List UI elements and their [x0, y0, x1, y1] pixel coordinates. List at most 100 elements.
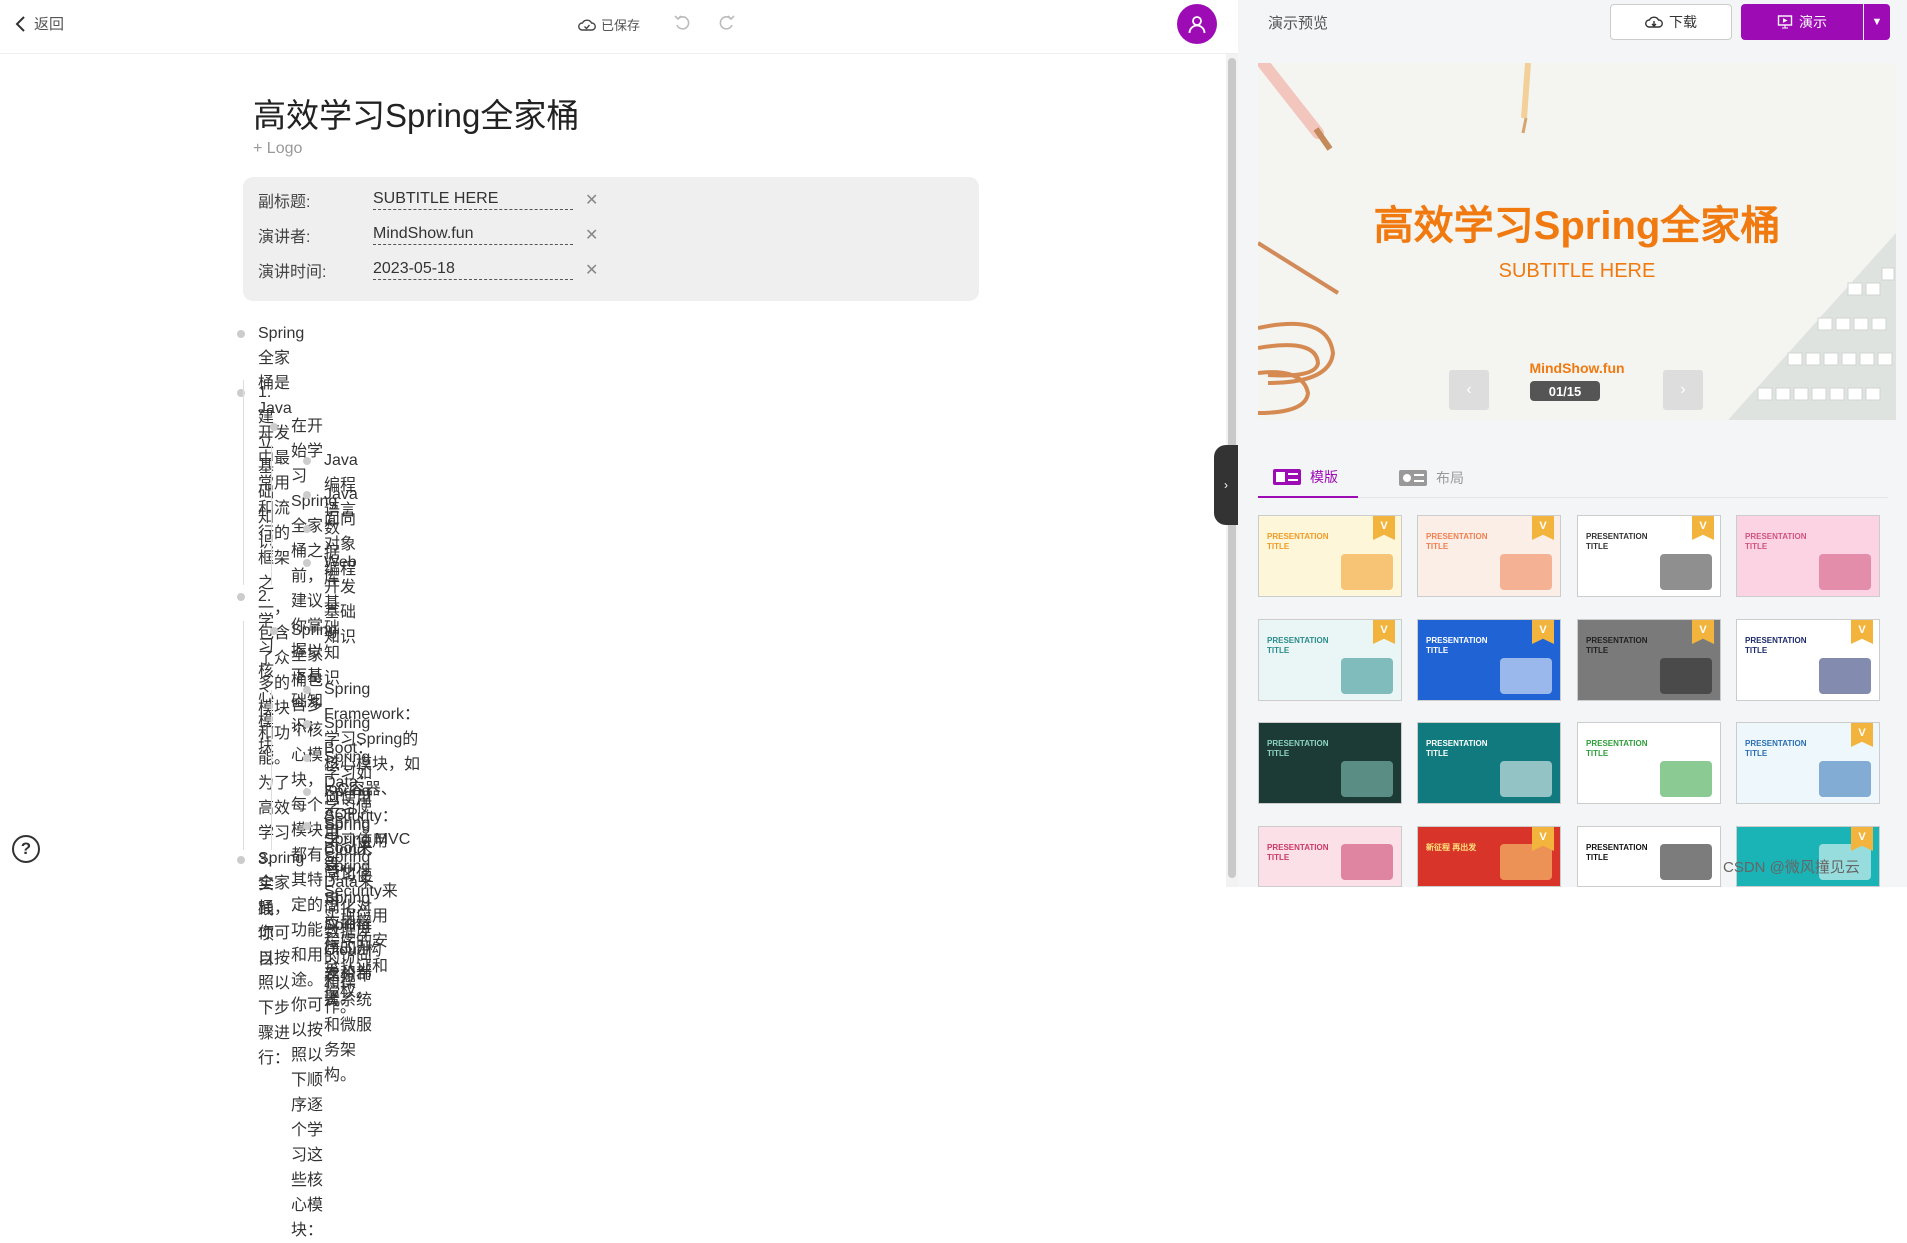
- avatar[interactable]: [1177, 4, 1217, 44]
- template-artwork: [1341, 761, 1393, 797]
- clear-subtitle-icon[interactable]: ✕: [585, 190, 598, 210]
- clear-date-icon[interactable]: ✕: [585, 260, 598, 280]
- slide-brand: MindShow.fun: [1529, 360, 1625, 376]
- outline-item-text: Spring Cloud：学习使用Spring Cloud构建分布式系统和微服务…: [324, 817, 382, 1084]
- template-artwork: [1660, 658, 1712, 694]
- template-title: PRESENTATION TITLE: [1586, 843, 1648, 862]
- bullet-dot[interactable]: [237, 856, 245, 864]
- vip-badge: V: [1851, 723, 1873, 747]
- template-artwork: [1819, 554, 1871, 590]
- template-icon: [1273, 469, 1301, 485]
- outline-item-level-2[interactable]: Spring Cloud：学习使用Spring Cloud构建分布式系统和微服务…: [324, 813, 382, 1088]
- template-artwork: [1341, 844, 1393, 880]
- template-thumbnail[interactable]: PRESENTATION TITLE: [1258, 722, 1402, 804]
- editor-topbar: 返回 已保存: [0, 0, 1238, 54]
- chevron-right-icon: ›: [1680, 381, 1686, 398]
- template-artwork: [1500, 658, 1552, 694]
- bullet-dot[interactable]: [303, 754, 311, 762]
- speaker-field[interactable]: MindShow.fun: [373, 225, 573, 245]
- template-thumbnail[interactable]: PRESENTATION TITLE: [1577, 722, 1721, 804]
- redo-icon[interactable]: [718, 13, 736, 31]
- chevron-left-icon: ‹: [1466, 381, 1472, 398]
- date-label: 演讲时间:: [258, 264, 327, 281]
- template-thumbnail[interactable]: PRESENTATION TITLE: [1258, 826, 1402, 887]
- undo-icon[interactable]: [673, 13, 691, 31]
- template-artwork: [1660, 554, 1712, 590]
- bullet-dot[interactable]: [303, 822, 311, 830]
- present-dropdown-button[interactable]: ▼: [1864, 4, 1890, 40]
- next-slide-button[interactable]: ›: [1663, 370, 1703, 410]
- template-artwork: [1500, 844, 1552, 880]
- template-thumbnail[interactable]: 新征程 再出发 V: [1417, 826, 1561, 887]
- template-title: PRESENTATION TITLE: [1586, 739, 1648, 758]
- vip-badge: V: [1851, 620, 1873, 644]
- template-thumbnail[interactable]: PRESENTATION TITLE V: [1258, 515, 1402, 597]
- indent-guide-line: [243, 380, 244, 585]
- template-thumbnail[interactable]: PRESENTATION TITLE V: [1736, 619, 1880, 701]
- bullet-dot[interactable]: [303, 525, 311, 533]
- template-thumbnail[interactable]: PRESENTATION TITLE V: [1577, 515, 1721, 597]
- template-thumbnail[interactable]: PRESENTATION TITLE: [1577, 826, 1721, 887]
- vip-badge: V: [1373, 516, 1395, 540]
- editor-pane: 返回 已保存 高效学习Spring全家桶 + Logo 副标题: SUBTITL…: [0, 0, 1238, 1239]
- subtitle-label: 副标题:: [258, 194, 311, 211]
- bullet-dot[interactable]: [303, 686, 311, 694]
- bullet-dot[interactable]: [303, 720, 311, 728]
- save-status: 已保存: [578, 15, 640, 34]
- slide-page-indicator: 01/15: [1530, 381, 1600, 401]
- bullet-dot[interactable]: [303, 491, 311, 499]
- bullet-dot[interactable]: [270, 423, 278, 431]
- tab-layout-label: 布局: [1436, 470, 1464, 486]
- collapse-panel-button[interactable]: ›: [1214, 445, 1238, 525]
- template-thumbnail[interactable]: PRESENTATION TITLE V: [1258, 619, 1402, 701]
- vip-badge: V: [1532, 620, 1554, 644]
- subtitle-field[interactable]: SUBTITLE HERE: [373, 190, 573, 210]
- bullet-dot[interactable]: [303, 559, 311, 567]
- tab-template-label: 模版: [1310, 469, 1338, 485]
- bullet-dot[interactable]: [303, 788, 311, 796]
- speaker-label: 演讲者:: [258, 229, 311, 246]
- tab-template[interactable]: 模版: [1258, 458, 1358, 498]
- chevron-left-icon: [15, 15, 25, 32]
- template-title: PRESENTATION TITLE: [1267, 739, 1329, 758]
- template-thumbnail[interactable]: PRESENTATION TITLE: [1736, 515, 1880, 597]
- download-label: 下载: [1669, 14, 1697, 30]
- prev-slide-button[interactable]: ‹: [1449, 370, 1489, 410]
- template-thumbnail[interactable]: PRESENTATION TITLE V: [1736, 722, 1880, 804]
- document-title[interactable]: 高效学习Spring全家桶: [253, 89, 579, 137]
- template-thumbnail[interactable]: PRESENTATION TITLE V: [1577, 619, 1721, 701]
- template-thumbnail[interactable]: PRESENTATION TITLE V: [1417, 515, 1561, 597]
- clear-speaker-icon[interactable]: ✕: [585, 225, 598, 245]
- back-button[interactable]: 返回: [14, 13, 64, 34]
- present-button[interactable]: 演示: [1741, 4, 1863, 40]
- preview-label: 演示预览: [1268, 15, 1329, 32]
- bullet-dot[interactable]: [303, 457, 311, 465]
- document-editor: 高效学习Spring全家桶 + Logo 副标题: SUBTITLE HERE …: [0, 54, 1220, 1239]
- chevron-right-icon: ›: [1224, 478, 1228, 492]
- template-artwork: [1500, 554, 1552, 590]
- help-icon[interactable]: ?: [12, 835, 40, 863]
- cloud-download-icon: [1645, 16, 1663, 28]
- template-title: PRESENTATION TITLE: [1267, 532, 1329, 551]
- bullet-dot[interactable]: [237, 593, 245, 601]
- outline-item-level-0[interactable]: 3. 实践项目: [258, 847, 274, 972]
- bullet-dot[interactable]: [270, 627, 278, 635]
- tab-layout[interactable]: 布局: [1398, 458, 1464, 498]
- outline-item-text: 3. 实践项目: [258, 851, 275, 968]
- template-title: PRESENTATION TITLE: [1267, 843, 1329, 862]
- indent-guide-line: [271, 445, 272, 585]
- bullet-dot[interactable]: [237, 330, 245, 338]
- template-artwork: [1819, 761, 1871, 797]
- slide-preview: 高效学习Spring全家桶 SUBTITLE HERE MindShow.fun…: [1258, 63, 1896, 420]
- date-row: 演讲时间: 2023-05-18 ✕: [258, 259, 598, 281]
- template-title: PRESENTATION TITLE: [1745, 532, 1807, 551]
- download-button[interactable]: 下载: [1610, 4, 1732, 40]
- vip-badge: V: [1532, 516, 1554, 540]
- slide-subtitle: SUBTITLE HERE: [1498, 260, 1656, 282]
- date-field[interactable]: 2023-05-18: [373, 260, 573, 280]
- template-thumbnail[interactable]: PRESENTATION TITLE: [1417, 722, 1561, 804]
- vip-badge: V: [1373, 620, 1395, 644]
- template-title: PRESENTATION TITLE: [1745, 636, 1807, 655]
- add-logo-button[interactable]: + Logo: [253, 140, 302, 158]
- template-thumbnail[interactable]: PRESENTATION TITLE V: [1417, 619, 1561, 701]
